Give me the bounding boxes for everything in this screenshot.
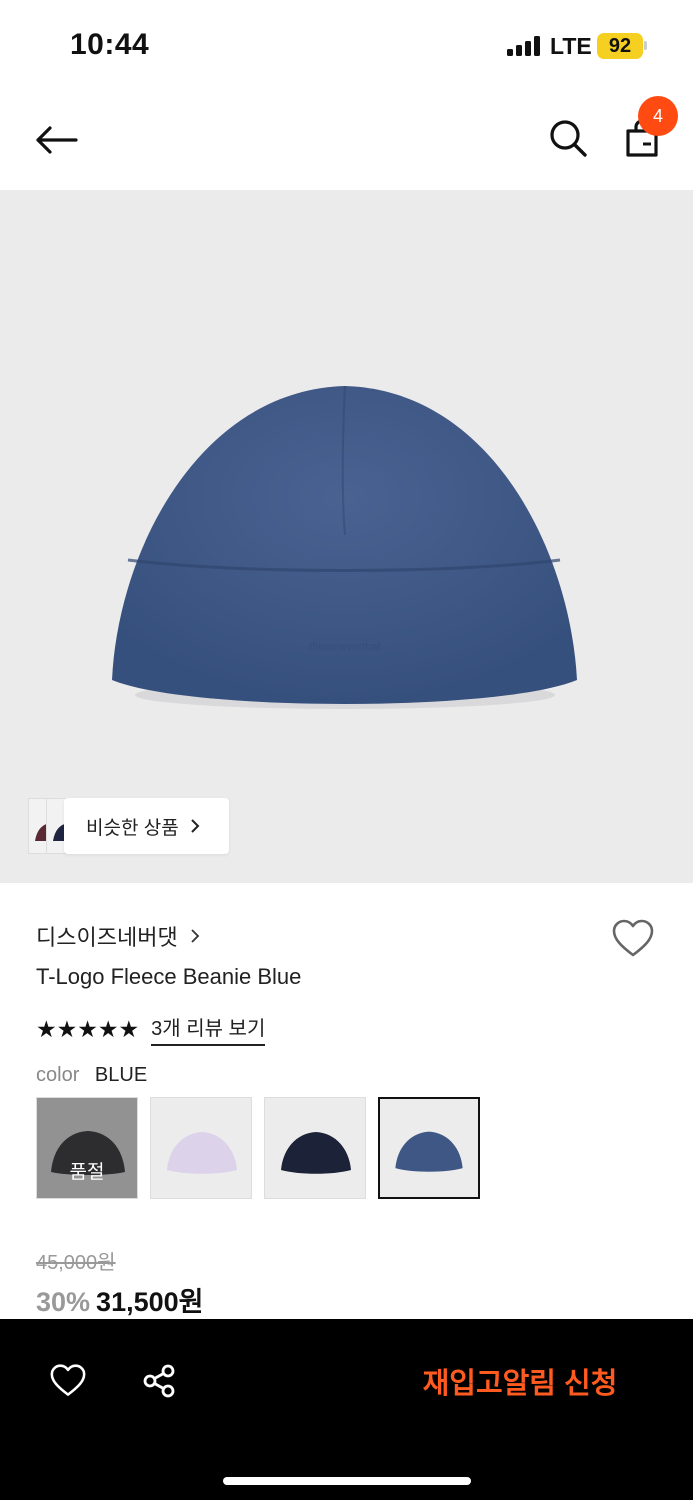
search-icon xyxy=(550,120,587,157)
network-type: LTE xyxy=(550,33,592,59)
beanie-image: thisisneverthat xyxy=(112,385,577,709)
swatch-lavender[interactable] xyxy=(150,1097,252,1199)
product-name: T-Logo Fleece Beanie Blue xyxy=(36,964,302,989)
discount-rate: 30% xyxy=(36,1287,91,1317)
bottom-action-bar: 재입고알림 신청 xyxy=(0,1319,693,1500)
heart-icon xyxy=(50,1364,86,1396)
similar-products-button[interactable]: 비슷한 상품 xyxy=(64,798,229,854)
swatch-blue[interactable] xyxy=(378,1097,480,1199)
share-button[interactable] xyxy=(132,1353,188,1409)
wishlist-button[interactable] xyxy=(608,914,658,964)
swatch-grey[interactable]: 품절 xyxy=(36,1097,138,1199)
brand-link[interactable]: 디스이즈네버댓 xyxy=(36,920,200,952)
price-row: 30% 31,500원 xyxy=(36,1280,203,1319)
signal-icon xyxy=(507,36,541,56)
final-price: 31,500원 xyxy=(96,1287,204,1317)
heart-icon xyxy=(612,919,654,957)
share-icon xyxy=(143,1364,175,1398)
sold-out-label: 품절 xyxy=(37,1098,137,1198)
svg-text:thisisneverthat: thisisneverthat xyxy=(310,641,381,653)
color-swatches: 품절 xyxy=(36,1097,480,1199)
rating-row: ★★★★★ 3개 리뷰 보기 xyxy=(36,1012,266,1046)
option-value: BLUE xyxy=(94,1064,148,1086)
swatch-navy[interactable] xyxy=(264,1097,366,1199)
original-price: 45,000원 xyxy=(36,1252,116,1274)
status-time: 10:44 xyxy=(70,28,150,61)
status-bar: 10:44 LTE 92 xyxy=(0,0,693,90)
chevron-right-icon xyxy=(191,929,199,943)
top-nav xyxy=(0,90,693,190)
brand-name: 디스이즈네버댓 xyxy=(36,925,178,950)
chevron-right-icon xyxy=(190,819,200,833)
search-button[interactable] xyxy=(540,110,596,166)
similar-products-label: 비슷한 상품 xyxy=(86,817,179,839)
review-link[interactable]: 3개 리뷰 보기 xyxy=(151,1012,266,1046)
star-rating: ★★★★★ xyxy=(36,1015,140,1042)
battery-icon: 92 xyxy=(597,33,643,59)
home-indicator xyxy=(223,1477,471,1485)
battery-nub xyxy=(644,41,647,50)
color-option: color BLUE xyxy=(36,1064,147,1087)
arrow-left-icon xyxy=(36,126,78,154)
product-image[interactable]: thisisneverthat 비슷한 상품 xyxy=(0,190,693,883)
bottom-wishlist-button[interactable] xyxy=(40,1353,96,1409)
option-label: color xyxy=(36,1064,80,1086)
restock-alert-button[interactable]: 재입고알림 신청 xyxy=(400,1353,640,1409)
back-button[interactable] xyxy=(28,112,84,168)
cart-count-badge: 4 xyxy=(638,96,678,136)
